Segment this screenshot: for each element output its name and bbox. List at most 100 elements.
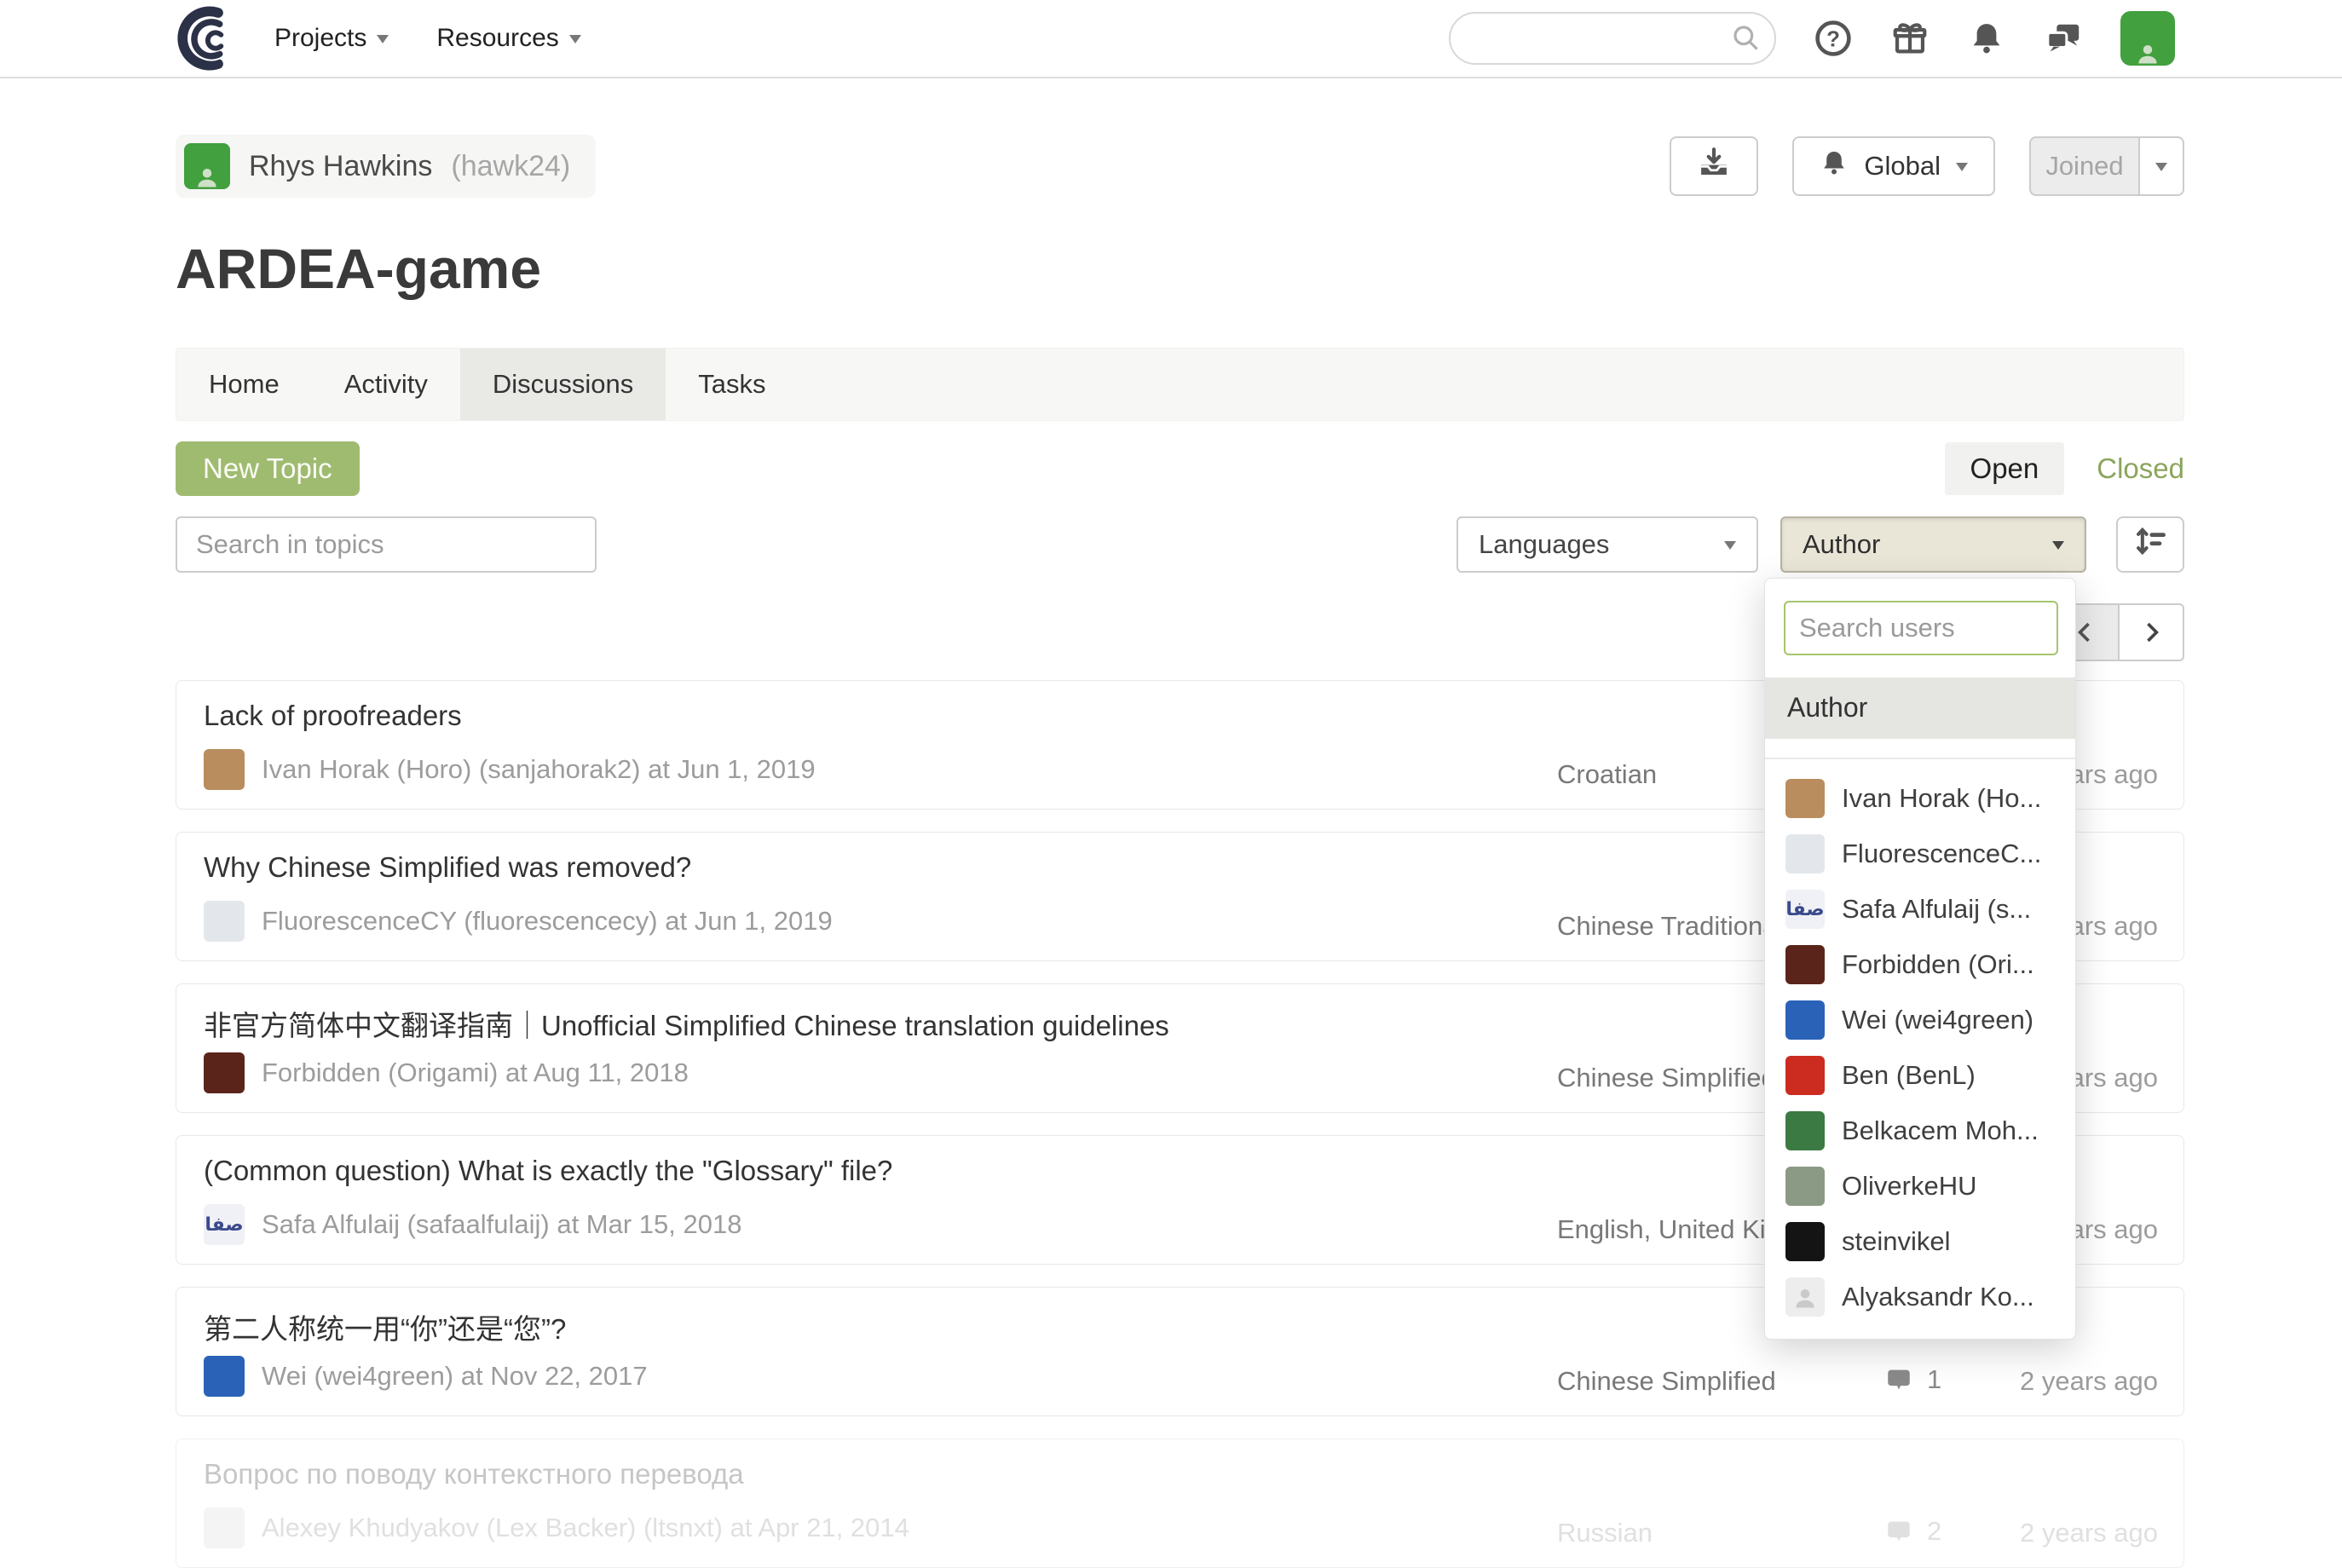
author-option-label: OliverkeHU [1842, 1171, 1976, 1202]
menu-resources[interactable]: Resources [436, 24, 580, 53]
chevron-down-icon [2155, 163, 2167, 177]
author-option[interactable]: Alyaksandr Ko... [1765, 1270, 2075, 1325]
owner-name: Rhys Hawkins [249, 150, 432, 183]
discussion-row[interactable]: Вопрос по поводу контекстного перевода A… [176, 1438, 2184, 1568]
comment-icon [1884, 1365, 1913, 1394]
author-option-label: Ivan Horak (Ho... [1842, 783, 2041, 814]
discussion-byline: Safa Alfulaij (safaalfulaij) at Mar 15, … [262, 1209, 741, 1240]
owner-avatar [184, 143, 230, 189]
author-select[interactable]: Author [1780, 516, 2086, 573]
search-topics-input[interactable] [176, 516, 597, 573]
discussion-title[interactable]: 非官方简体中文翻译指南｜Unofficial Simplified Chines… [204, 1003, 1169, 1044]
top-navbar: Projects Resources ? [0, 0, 2342, 78]
new-topic-button[interactable]: New Topic [176, 441, 360, 496]
discussion-byline-row: Wei (wei4green) at Nov 22, 2017 [204, 1356, 648, 1397]
gift-icon[interactable] [1890, 19, 1930, 58]
user-avatar [1785, 1111, 1825, 1150]
author-option[interactable]: Forbidden (Ori... [1765, 937, 2075, 993]
navbar-right: ? [1449, 11, 2175, 66]
comment-count: 1 [1884, 1364, 1941, 1395]
filters-row: Languages Author Author [176, 516, 2184, 573]
global-search-input[interactable] [1449, 12, 1776, 65]
author-option[interactable]: صفا Safa Alfulaij (s... [1765, 882, 2075, 937]
discussion-language: Russian [1557, 1518, 1653, 1548]
author-avatar: صفا [204, 1204, 245, 1245]
joined-button[interactable]: Joined [2029, 136, 2140, 196]
author-option[interactable]: OliverkeHU [1765, 1159, 2075, 1214]
svg-text:?: ? [1826, 28, 1840, 52]
project-owner-chip[interactable]: Rhys Hawkins (hawk24) [176, 135, 596, 198]
user-avatar [1785, 834, 1825, 873]
author-option[interactable]: Belkacem Moh... [1765, 1104, 2075, 1159]
filter-open[interactable]: Open [1945, 442, 2065, 495]
comment-count: 2 [1884, 1516, 1941, 1547]
page-content: Rhys Hawkins (hawk24) [176, 135, 2184, 1568]
author-avatar [204, 1356, 245, 1397]
tab-tasks[interactable]: Tasks [666, 349, 798, 420]
discussion-language: Chinese Simplified [1557, 1366, 1776, 1397]
author-avatar [204, 901, 245, 942]
languages-select[interactable]: Languages [1457, 516, 1758, 573]
chevron-right-icon [2148, 624, 2156, 641]
author-option[interactable]: Ivan Horak (Ho... [1765, 771, 2075, 827]
project-actions: Global Joined [1670, 136, 2184, 196]
author-option[interactable]: FluorescenceC... [1765, 827, 2075, 882]
next-page-button[interactable] [2118, 603, 2184, 661]
discussion-title[interactable]: Вопрос по поводу контекстного перевода [204, 1458, 744, 1490]
status-filter: Open Closed [1945, 442, 2184, 495]
discussion-byline: Wei (wei4green) at Nov 22, 2017 [262, 1361, 648, 1392]
discussion-byline: Ivan Horak (Horo) (sanjahorak2) at Jun 1… [262, 754, 816, 785]
sort-button[interactable] [2116, 516, 2184, 573]
discussion-time: 2 years ago [2020, 1518, 2158, 1548]
dropdown-divider [1765, 758, 2075, 759]
author-option[interactable]: Wei (wei4green) [1765, 993, 2075, 1048]
discussion-time: 2 years ago [2020, 1366, 2158, 1397]
discussion-byline: Alexey Khudyakov (Lex Backer) (ltsnxt) a… [262, 1513, 909, 1543]
help-icon[interactable]: ? [1814, 19, 1853, 58]
user-avatar [1785, 1222, 1825, 1261]
author-avatar [204, 749, 245, 790]
author-option-label: FluorescenceC... [1842, 839, 2041, 869]
user-avatar[interactable] [2120, 11, 2175, 66]
author-group-header[interactable]: Author [1765, 677, 2075, 739]
discussion-title[interactable]: Why Chinese Simplified was removed? [204, 851, 691, 884]
notifications-icon[interactable] [1967, 19, 2006, 58]
user-avatar [1785, 945, 1825, 984]
filter-closed[interactable]: Closed [2097, 453, 2184, 485]
discussion-title[interactable]: (Common question) What is exactly the "G… [204, 1155, 892, 1187]
tab-home[interactable]: Home [176, 349, 312, 420]
user-avatar: صفا [1785, 890, 1825, 929]
author-dropdown: Author Ivan Horak (Ho... FluorescenceC..… [1764, 578, 2076, 1340]
author-option-label: Forbidden (Ori... [1842, 949, 2034, 980]
discussion-title[interactable]: Lack of proofreaders [204, 700, 462, 732]
chevron-down-icon [1724, 541, 1736, 556]
menu-projects[interactable]: Projects [274, 24, 389, 53]
app-logo-icon[interactable] [176, 4, 244, 72]
download-button[interactable] [1670, 136, 1758, 196]
author-select-label: Author [1803, 529, 1880, 560]
joined-label: Joined [2045, 151, 2123, 182]
main-menu: Projects Resources [274, 24, 581, 53]
joined-button-group: Joined [2029, 136, 2184, 196]
owner-handle: (hawk24) [451, 150, 570, 183]
author-option-label: steinvikel [1842, 1226, 1951, 1257]
chevron-down-icon [2052, 541, 2064, 556]
chevron-left-icon [2080, 624, 2089, 641]
user-avatar [1785, 1056, 1825, 1095]
global-search [1449, 12, 1776, 65]
joined-menu-button[interactable] [2140, 136, 2184, 196]
search-icon [1730, 22, 1762, 59]
notifications-scope-button[interactable]: Global [1792, 136, 1995, 196]
discussion-byline: FluorescenceCY (fluorescencecy) at Jun 1… [262, 906, 833, 937]
bell-icon [1820, 148, 1849, 184]
author-option[interactable]: Ben (BenL) [1765, 1048, 2075, 1104]
author-option[interactable]: steinvikel [1765, 1214, 2075, 1270]
discussion-byline: Forbidden (Origami) at Aug 11, 2018 [262, 1058, 689, 1088]
tab-activity[interactable]: Activity [312, 349, 460, 420]
author-avatar [204, 1507, 245, 1548]
search-users-input[interactable] [1784, 601, 2058, 655]
tab-discussions[interactable]: Discussions [460, 349, 666, 420]
messages-icon[interactable] [2044, 19, 2083, 58]
discussion-title[interactable]: 第二人称统一用“你”还是“您”? [204, 1306, 566, 1347]
comment-count-value: 1 [1927, 1364, 1941, 1395]
